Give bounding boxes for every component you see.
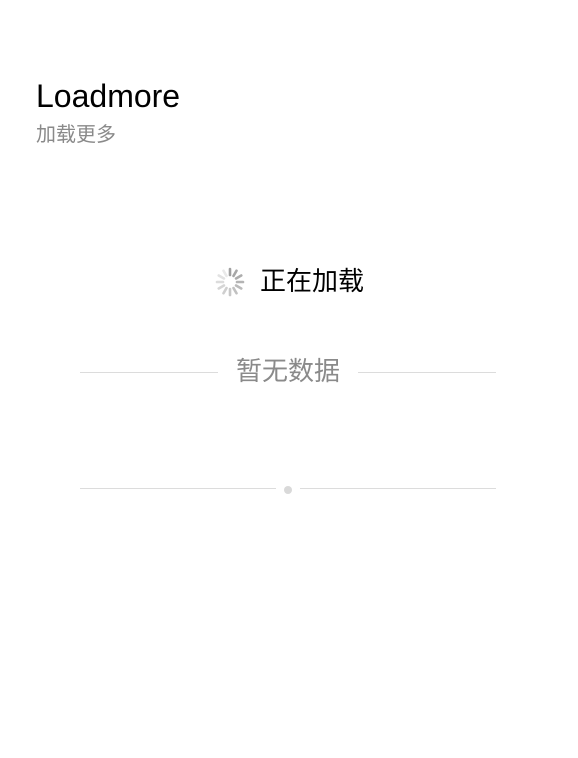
end-divider-line-right (300, 487, 496, 489)
dot-icon (284, 485, 292, 494)
loadmore-nodata: 暂无数据 (80, 352, 497, 392)
loadmore-loading: 正在加载 (0, 262, 578, 302)
loading-text: 正在加载 (259, 267, 364, 297)
divider-line-right (358, 371, 497, 373)
spinner-icon (215, 267, 245, 297)
page-subtitle: 加载更多 (36, 122, 116, 146)
page-header: Loadmore 加载更多 (36, 76, 180, 148)
nodata-text: 暂无数据 (236, 357, 341, 387)
end-divider-line-left (80, 487, 276, 489)
divider-line-left (80, 371, 218, 373)
page-title: Loadmore (36, 78, 181, 114)
loadmore-end-divider (80, 478, 496, 498)
